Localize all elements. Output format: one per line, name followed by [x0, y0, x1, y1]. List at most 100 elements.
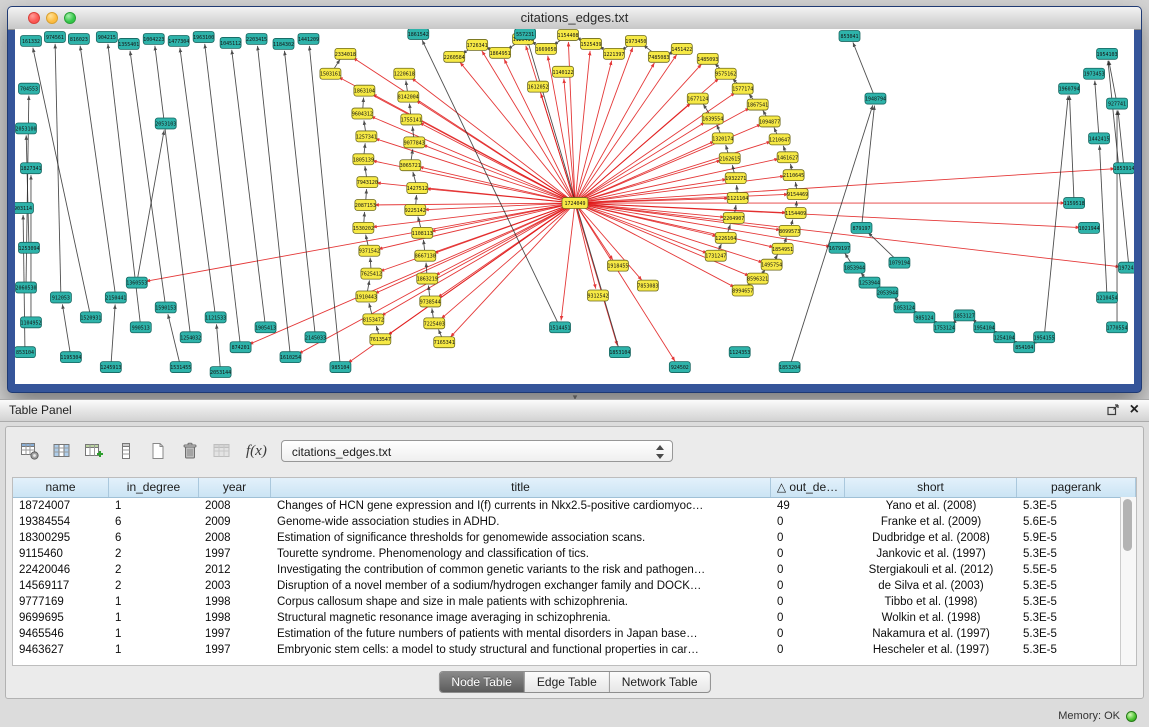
graph-node[interactable]: 985124: [914, 312, 935, 323]
table-row[interactable]: 946362711997Embryonic stem cells: a mode…: [13, 642, 1136, 658]
graph-node[interactable]: 1805139: [353, 154, 374, 165]
graph-edge[interactable]: [284, 51, 315, 333]
graph-node[interactable]: 9738544: [420, 296, 441, 307]
graph-node[interactable]: 1954104: [974, 322, 995, 333]
graph-node[interactable]: 1461627: [777, 152, 798, 163]
graph-node[interactable]: 924502: [669, 362, 690, 373]
graph-node[interactable]: 2053144: [210, 367, 231, 378]
graph-node[interactable]: 1954103: [1097, 48, 1118, 59]
graph-node[interactable]: 1094877: [759, 116, 780, 127]
graph-edge[interactable]: [137, 130, 164, 278]
network-window-titlebar[interactable]: citations_edges.txt: [8, 7, 1141, 30]
graph-node[interactable]: 1184302: [273, 38, 294, 49]
graph-node[interactable]: 1610254: [280, 352, 301, 363]
graph-edge[interactable]: [309, 46, 340, 363]
graph-node[interactable]: 1045112: [220, 37, 241, 48]
graph-edge[interactable]: [575, 51, 590, 199]
graph-node[interactable]: 2053103: [155, 118, 176, 129]
graph-node[interactable]: 1827341: [20, 163, 41, 174]
delete-table-icon[interactable]: [176, 438, 204, 464]
graph-node[interactable]: 1159518: [1064, 198, 1085, 209]
graph-node[interactable]: 2145033: [305, 332, 326, 343]
table-row[interactable]: 2242004622012Investigating the contribut…: [13, 562, 1136, 578]
graph-edge[interactable]: [579, 203, 725, 217]
graph-node[interactable]: 1577174: [732, 83, 753, 94]
graph-edge[interactable]: [578, 93, 735, 201]
graph-node[interactable]: 1503161: [320, 68, 341, 79]
graph-edge[interactable]: [411, 78, 571, 201]
graph-node[interactable]: 1863219: [417, 273, 438, 284]
graph-node[interactable]: 7625412: [361, 268, 382, 279]
graph-node[interactable]: 1948794: [865, 93, 886, 104]
graph-edge[interactable]: [249, 205, 571, 345]
graph-node[interactable]: 2260584: [444, 51, 465, 62]
tab-edge-table[interactable]: Edge Table: [525, 672, 610, 692]
graph-node[interactable]: 1245913: [100, 362, 121, 373]
graph-node[interactable]: 1254104: [994, 332, 1015, 343]
graph-edge[interactable]: [853, 42, 874, 95]
column-header-title[interactable]: title: [271, 478, 771, 497]
column-header-name[interactable]: name: [13, 478, 109, 497]
graph-node[interactable]: 9312542: [587, 290, 608, 301]
graph-edge[interactable]: [168, 314, 180, 363]
graph-node[interactable]: 2203415: [246, 33, 267, 44]
graph-node[interactable]: 1257341: [356, 131, 377, 142]
graph-edge[interactable]: [232, 50, 265, 324]
graph-node[interactable]: 7165341: [434, 337, 455, 348]
graph-node[interactable]: 1973453: [1084, 68, 1105, 79]
graph-edge[interactable]: [216, 324, 220, 368]
graph-edge[interactable]: [1095, 81, 1099, 135]
graph-node[interactable]: 879197: [851, 222, 872, 233]
graph-node[interactable]: 1427512: [407, 183, 428, 194]
graph-edge[interactable]: [1118, 111, 1124, 165]
function-builder-icon[interactable]: f(x): [246, 443, 267, 460]
graph-edge[interactable]: [55, 44, 61, 294]
graph-node[interactable]: 2053944: [877, 287, 898, 298]
graph-edge[interactable]: [371, 116, 572, 201]
show-columns-icon[interactable]: [48, 438, 76, 464]
table-row[interactable]: 1830029562008Estimation of significance …: [13, 530, 1136, 546]
tab-network-table[interactable]: Network Table: [610, 672, 710, 692]
graph-node[interactable]: 1531455: [170, 362, 191, 373]
graph-node[interactable]: 1679197: [829, 242, 850, 253]
graph-node[interactable]: 874201: [230, 342, 251, 353]
graph-node[interactable]: 853104: [15, 347, 35, 358]
graph-node[interactable]: 1853914: [1114, 163, 1134, 174]
graph-node[interactable]: 7485083: [648, 51, 669, 62]
graph-node[interactable]: 985104: [330, 362, 351, 373]
graph-node[interactable]: 1485093: [697, 53, 718, 64]
graph-node[interactable]: 8596321: [747, 273, 768, 284]
graph-node[interactable]: 1053124: [894, 302, 915, 313]
graph-node[interactable]: 1853944: [844, 262, 865, 273]
graph-node[interactable]: 1755141: [401, 114, 422, 125]
graph-edge[interactable]: [111, 304, 115, 363]
graph-node[interactable]: 557231: [515, 29, 536, 39]
graph-node[interactable]: 3065721: [400, 160, 421, 171]
column-header-pagerank[interactable]: pagerank: [1017, 478, 1136, 497]
graph-node[interactable]: 1514451: [550, 322, 571, 333]
graph-edge[interactable]: [33, 48, 90, 314]
graph-node[interactable]: 161332: [20, 35, 41, 46]
network-canvas[interactable]: 1724049186310496043121257341180513979431…: [15, 29, 1134, 384]
graph-node[interactable]: 2334018: [335, 48, 356, 59]
graph-edge[interactable]: [561, 207, 574, 320]
graph-node[interactable]: 9371542: [359, 245, 380, 256]
graph-node[interactable]: 1918455: [607, 260, 628, 271]
graph-node[interactable]: 1854951: [772, 243, 793, 254]
graph-node[interactable]: 1853104: [609, 347, 630, 358]
graph-node[interactable]: 853041: [839, 30, 860, 41]
graph-edge[interactable]: [375, 205, 572, 294]
float-panel-icon[interactable]: [1107, 404, 1120, 416]
graph-node[interactable]: 1590153: [155, 302, 176, 313]
column-header-year[interactable]: year: [199, 478, 271, 497]
graph-node[interactable]: 854104: [1014, 342, 1035, 353]
graph-node[interactable]: 1140122: [553, 66, 574, 77]
graph-edge[interactable]: [579, 141, 715, 201]
graph-edge[interactable]: [576, 61, 612, 200]
graph-node[interactable]: 1612052: [528, 81, 549, 92]
graph-node[interactable]: 1124353: [729, 347, 750, 358]
graph-node[interactable]: 1360553: [126, 277, 147, 288]
graph-node[interactable]: 1905413: [255, 322, 276, 333]
graph-node[interactable]: 2204907: [723, 212, 744, 223]
graph-edge[interactable]: [568, 42, 574, 199]
